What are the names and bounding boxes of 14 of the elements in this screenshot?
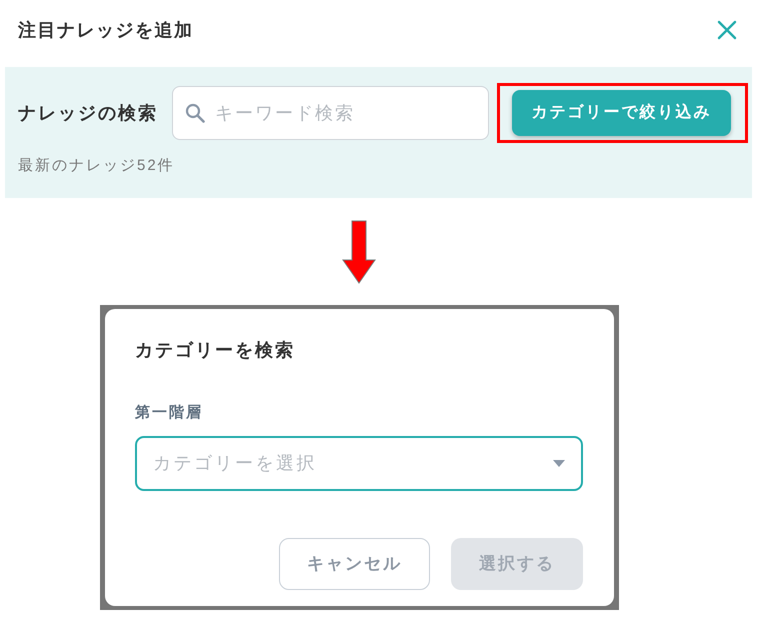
cancel-button[interactable]: キャンセル (279, 538, 430, 590)
search-label: ナレッジの検索 (18, 102, 159, 124)
search-field[interactable]: キーワード検索 (172, 86, 489, 140)
select-placeholder: カテゴリーを選択 (153, 452, 317, 474)
search-icon (185, 103, 205, 123)
category-filter-button[interactable]: カテゴリーで絞り込み (512, 90, 731, 136)
panel-title: 注目ナレッジを追加 (18, 18, 194, 42)
category-select[interactable]: カテゴリーを選択 (135, 436, 583, 490)
knowledge-count: 最新のナレッジ52件 (18, 156, 175, 176)
dialog-title: カテゴリーを検索 (135, 339, 295, 362)
down-arrow-icon (342, 220, 376, 284)
close-icon[interactable] (717, 20, 737, 40)
field-label: 第一階層 (135, 403, 203, 423)
caret-down-icon (553, 460, 565, 466)
